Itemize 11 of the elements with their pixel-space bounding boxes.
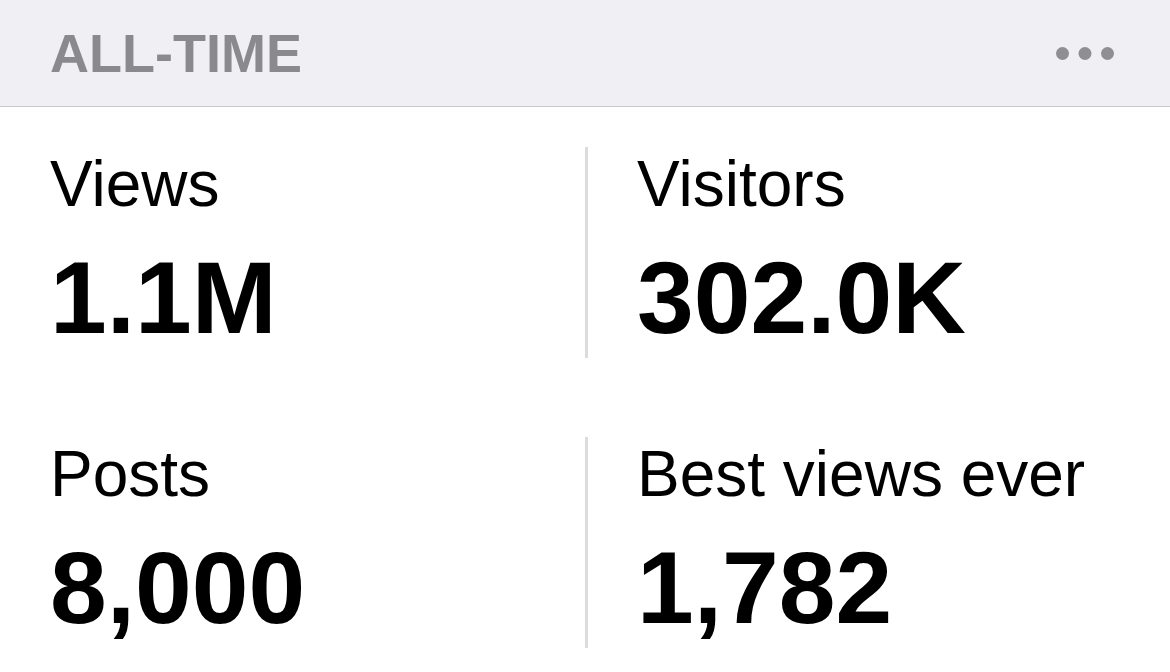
section-title: ALL-TIME: [50, 26, 302, 80]
stat-label: Posts: [50, 442, 211, 506]
stat-label: Best views ever: [637, 442, 1086, 506]
stat-value: 8,000: [50, 537, 306, 639]
stat-value: 1.1M: [50, 247, 277, 349]
stat-label: Visitors: [637, 152, 846, 216]
stat-label: Views: [50, 152, 220, 216]
stat-value: 302.0K: [637, 247, 966, 349]
more-icon: [1056, 46, 1114, 60]
more-button[interactable]: [1056, 46, 1114, 60]
stat-value: 1,782: [637, 537, 893, 639]
